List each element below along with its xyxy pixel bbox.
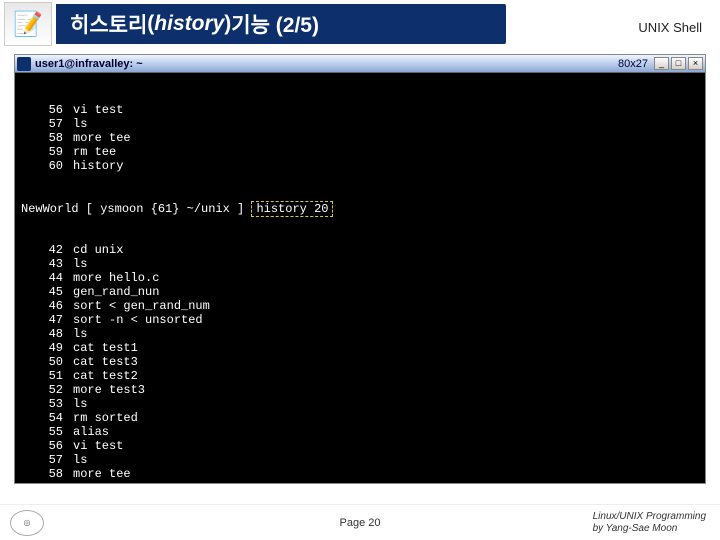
history-entry: 56vi test <box>21 103 699 117</box>
window-controls: _ □ × <box>654 57 703 70</box>
slide-title: 히스토리 ( history ) 기능 (2/5) <box>56 4 506 44</box>
history-entry: 46sort < gen_rand_num <box>21 299 699 313</box>
terminal-window: user1@infravalley: ~ 80x27 _ □ × 56vi te… <box>14 54 706 484</box>
history-entry: 58more tee <box>21 467 699 481</box>
title-feature: 기능 (2/5) <box>231 9 319 39</box>
history-entry: 59rm tee <box>21 145 699 159</box>
close-button[interactable]: × <box>688 57 703 70</box>
history-entry: 55alias <box>21 425 699 439</box>
history-entry: 59rm tee <box>21 481 699 483</box>
prompt-prefix: NewWorld [ ysmoon {61} ~/unix ] <box>21 202 244 216</box>
history-entry: 44more hello.c <box>21 271 699 285</box>
history-entry: 56vi test <box>21 439 699 453</box>
history-entry: 48ls <box>21 327 699 341</box>
title-paren-open: ( <box>147 12 154 36</box>
terminal-title-text: user1@infravalley: ~ <box>35 58 618 70</box>
prompt-line-1: NewWorld [ ysmoon {61} ~/unix ] history … <box>21 201 699 215</box>
maximize-button[interactable]: □ <box>671 57 686 70</box>
slide-footer: ◎ Page 20 Linux/UNIX Programming by Yang… <box>0 504 720 540</box>
title-history-word: history <box>154 12 224 36</box>
credit-line-2: by Yang-Sae Moon <box>593 523 706 535</box>
title-paren-close: ) <box>224 12 231 36</box>
terminal-titlebar: user1@infravalley: ~ 80x27 _ □ × <box>15 55 705 73</box>
history-entry: 53ls <box>21 397 699 411</box>
highlighted-command: history 20 <box>251 201 333 217</box>
history-entry: 57ls <box>21 453 699 467</box>
history-entry: 52more test3 <box>21 383 699 397</box>
minimize-button[interactable]: _ <box>654 57 669 70</box>
terminal-dimensions: 80x27 <box>618 58 648 70</box>
university-logo-icon: ◎ <box>10 510 44 536</box>
history-entry: 60history <box>21 159 699 173</box>
history-entry: 51cat test2 <box>21 369 699 383</box>
history-entry: 42cd unix <box>21 243 699 257</box>
history-entry: 45gen_rand_nun <box>21 285 699 299</box>
slide-header: 📝 히스토리 ( history ) 기능 (2/5) UNIX Shell <box>0 0 720 48</box>
history-entry: 50cat test3 <box>21 355 699 369</box>
title-korean: 히스토리 <box>70 9 147 39</box>
page-number: Page 20 <box>340 517 381 529</box>
footer-credit: Linux/UNIX Programming by Yang-Sae Moon <box>593 511 706 535</box>
history-entry: 47sort -n < unsorted <box>21 313 699 327</box>
history-entry: 57ls <box>21 117 699 131</box>
header-subtitle: UNIX Shell <box>638 20 702 35</box>
history-entry: 43ls <box>21 257 699 271</box>
terminal-app-icon <box>17 57 31 71</box>
history-entry: 49cat test1 <box>21 341 699 355</box>
history-entry: 54rm sorted <box>21 411 699 425</box>
credit-line-1: Linux/UNIX Programming <box>593 511 706 523</box>
history-entry: 58more tee <box>21 131 699 145</box>
slide-icon: 📝 <box>4 2 52 46</box>
terminal-content: 56vi test57ls58more tee59rm tee60history… <box>15 73 705 483</box>
